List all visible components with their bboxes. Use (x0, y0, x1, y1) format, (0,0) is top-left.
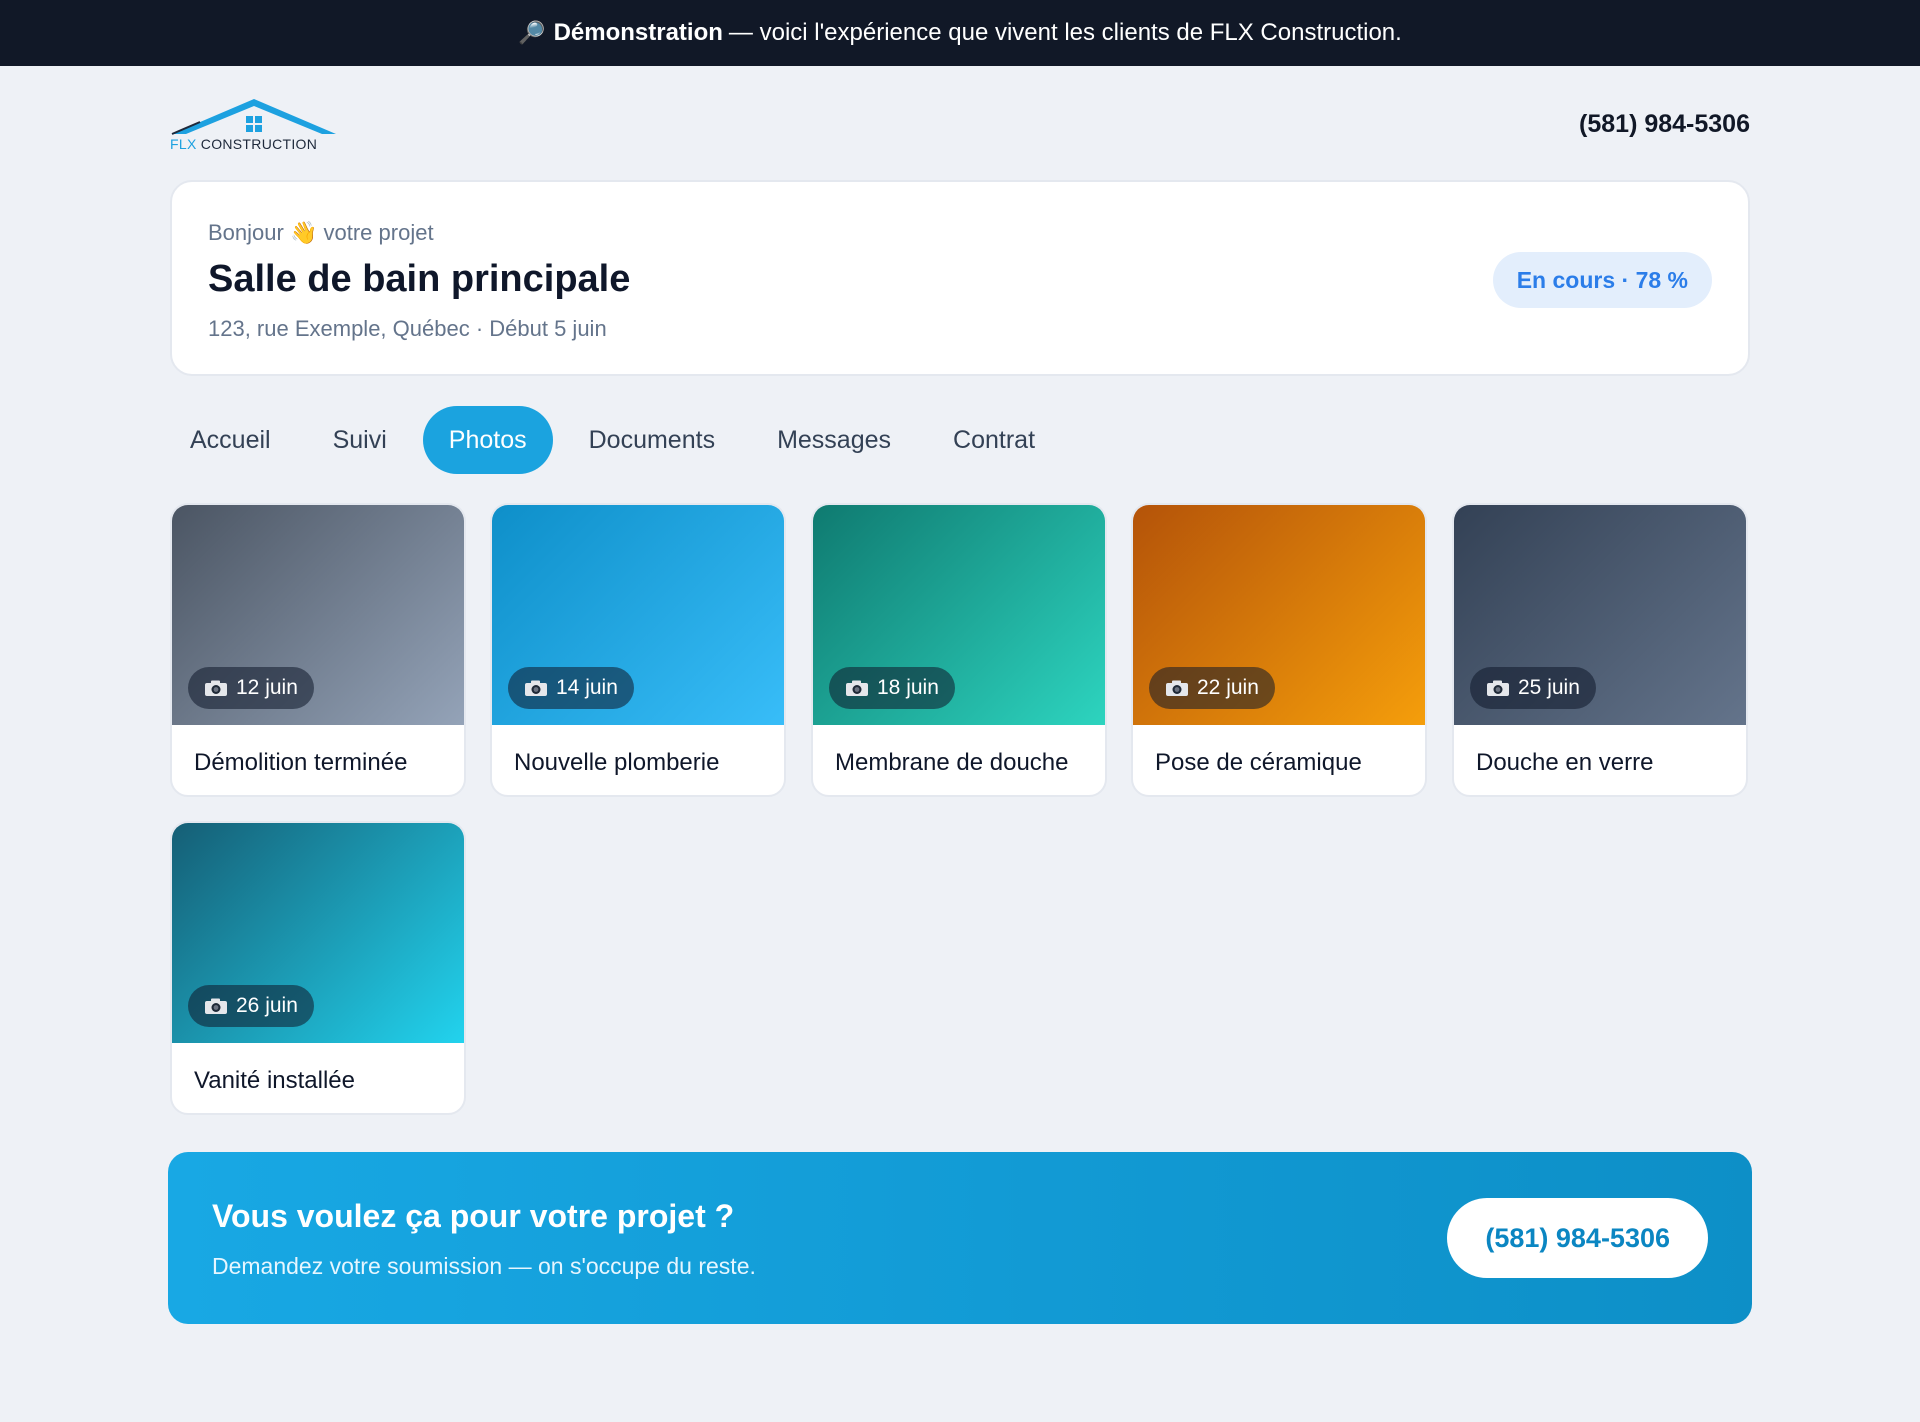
photo-date-badge: 22 juin (1149, 667, 1275, 709)
logo-construction: CONSTRUCTION (200, 136, 318, 152)
photo-caption: Douche en verre (1476, 749, 1654, 776)
tab-accueil[interactable]: Accueil (170, 406, 297, 474)
header-phone-link[interactable]: (581) 984-5306 (1579, 110, 1750, 139)
project-meta: 123, rue Exemple, Québec · Début 5 juin (208, 316, 607, 341)
tab-messages[interactable]: Messages (751, 406, 917, 474)
photo-date: 18 juin (877, 676, 939, 699)
demo-banner-strong: Démonstration (553, 19, 723, 46)
tab-suivi[interactable]: Suivi (307, 406, 413, 474)
photo-card[interactable]: 14 juin Nouvelle plomberie (490, 503, 786, 797)
photo-date-badge: 25 juin (1470, 667, 1596, 709)
house-roof-icon (171, 99, 336, 135)
photo-caption: Démolition terminée (194, 749, 408, 776)
photo-card[interactable]: 22 juin Pose de céramique (1131, 503, 1427, 797)
tab-documents[interactable]: Documents (563, 406, 741, 474)
greeting-project: votre projet (323, 220, 434, 245)
photo-date-badge: 14 juin (508, 667, 634, 709)
photo-date: 12 juin (236, 676, 298, 699)
greeting: Bonjour 👋 votre projet (208, 220, 434, 246)
photo-card[interactable]: 25 juin Douche en verre (1452, 503, 1748, 797)
tab-contrat[interactable]: Contrat (927, 406, 1061, 474)
photo-date: 25 juin (1518, 676, 1580, 699)
camera-icon (846, 680, 868, 696)
demo-banner-text: — voici l'expérience que vivent les clie… (728, 19, 1402, 46)
photo-caption: Vanité installée (194, 1067, 355, 1094)
logo-flx: FLX (170, 136, 197, 152)
photo-date-badge: 18 juin (829, 667, 955, 709)
photo-date-badge: 12 juin (188, 667, 314, 709)
company-logo[interactable]: FLX CONSTRUCTION (170, 96, 340, 154)
camera-icon (205, 680, 227, 696)
camera-icon (205, 998, 227, 1014)
photo-caption: Nouvelle plomberie (514, 749, 720, 776)
photo-card[interactable]: 18 juin Membrane de douche (811, 503, 1107, 797)
photo-date: 22 juin (1197, 676, 1259, 699)
tab-photos[interactable]: Photos (422, 406, 553, 474)
camera-icon (1487, 680, 1509, 696)
call-button[interactable]: (581) 984-5306 (1447, 1198, 1708, 1278)
status-badge: En cours · 78 % (1492, 252, 1712, 308)
project-card: Bonjour 👋 votre projet Salle de bain pri… (170, 180, 1750, 376)
waving-hand-icon: 👋 (289, 220, 318, 245)
photo-card[interactable]: 12 juin Démolition terminée (170, 503, 466, 797)
photo-date: 14 juin (556, 676, 618, 699)
greeting-hello: Bonjour (208, 220, 284, 245)
cta-title: Vous voulez ça pour votre projet ? (212, 1198, 735, 1234)
header: FLX CONSTRUCTION (581) 984-5306 (170, 96, 1750, 156)
photo-date: 26 juin (236, 994, 298, 1017)
photo-date-badge: 26 juin (188, 985, 314, 1027)
camera-icon (525, 680, 547, 696)
cta-subtitle: Demandez votre soumission — on s'occupe … (212, 1253, 756, 1279)
camera-icon (1166, 680, 1188, 696)
magnifier-icon: 🔎 (518, 20, 546, 45)
demo-banner: 🔎 Démonstration — voici l'expérience que… (0, 0, 1920, 66)
project-title: Salle de bain principale (208, 258, 631, 300)
cta-banner: Vous voulez ça pour votre projet ? Deman… (168, 1152, 1752, 1324)
tab-bar: Accueil Suivi Photos Documents Messages … (170, 406, 1071, 474)
photo-card[interactable]: 26 juin Vanité installée (170, 821, 466, 1115)
photo-caption: Pose de céramique (1155, 749, 1362, 776)
logo-wordmark: FLX CONSTRUCTION (170, 136, 317, 152)
photo-caption: Membrane de douche (835, 749, 1069, 776)
